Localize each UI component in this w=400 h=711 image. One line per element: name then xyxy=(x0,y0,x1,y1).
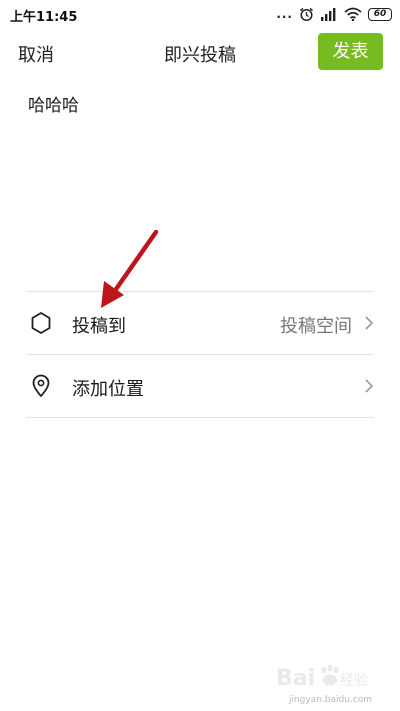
status-time: 上午11:45 xyxy=(10,10,78,25)
submit-to-row[interactable]: 投稿到 投稿空间 xyxy=(26,292,374,354)
publish-button[interactable]: 发表 xyxy=(318,33,383,70)
submit-to-label: 投稿到 xyxy=(72,316,126,337)
more-notifications-icon: ... xyxy=(276,7,293,21)
submit-to-value: 投稿空间 xyxy=(280,316,352,337)
post-compose-screen: 上午11:45 ... 60 取消 即兴投稿 发表 哈哈哈 投稿到 投稿空间 添… xyxy=(0,0,400,711)
chevron-right-icon xyxy=(365,316,374,330)
status-icons: ... 60 xyxy=(276,6,392,22)
battery-icon: 60 xyxy=(368,7,392,21)
location-pin-icon xyxy=(32,374,50,397)
divider xyxy=(26,417,374,418)
add-location-label: 添加位置 xyxy=(72,379,144,400)
hexagon-icon xyxy=(31,312,51,334)
chevron-right-icon xyxy=(365,379,374,393)
svg-text:Bai: Bai xyxy=(276,666,315,691)
signal-icon xyxy=(321,8,336,21)
add-location-row[interactable]: 添加位置 xyxy=(26,355,374,417)
status-bar: 上午11:45 ... 60 xyxy=(0,0,400,30)
post-text-input[interactable]: 哈哈哈 xyxy=(28,91,79,116)
top-bar: 取消 即兴投稿 发表 xyxy=(0,30,400,74)
baidu-watermark-logo: Bai 经验 xyxy=(276,664,368,691)
wifi-icon xyxy=(344,7,362,21)
alarm-clock-icon xyxy=(300,7,313,21)
watermark-url: jingyan.baidu.com xyxy=(288,695,372,705)
svg-text:经验: 经验 xyxy=(340,673,368,689)
